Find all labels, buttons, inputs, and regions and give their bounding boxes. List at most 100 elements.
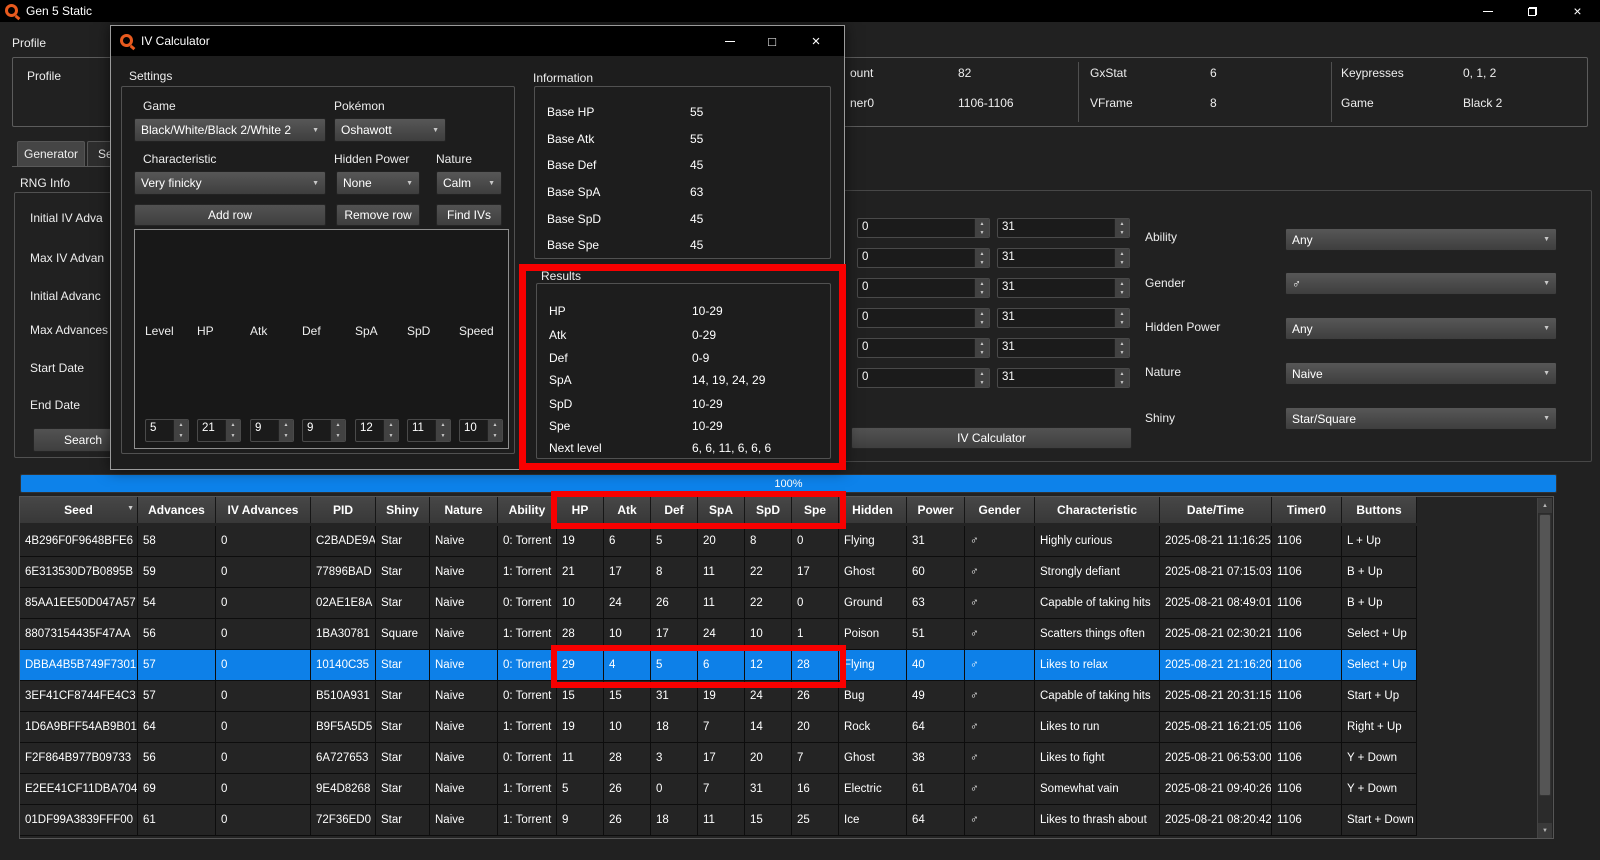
spin-up-icon[interactable]: ▲ — [1115, 369, 1129, 378]
table-cell[interactable]: 10 — [557, 588, 604, 619]
table-cell[interactable]: 51 — [907, 619, 965, 650]
spin-down-icon[interactable]: ▼ — [279, 431, 293, 442]
spin-down-icon[interactable]: ▼ — [488, 431, 502, 442]
spin-down-icon[interactable]: ▼ — [331, 431, 345, 442]
ability-filter-select[interactable]: Any▼ — [1285, 228, 1557, 251]
scroll-down-icon[interactable]: ▼ — [1538, 823, 1552, 838]
dialog-maximize-icon[interactable]: □ — [751, 26, 793, 56]
spin-up-icon[interactable]: ▲ — [436, 420, 450, 431]
table-cell[interactable]: 54 — [138, 588, 216, 619]
table-cell[interactable]: 6 — [604, 526, 651, 557]
table-cell[interactable]: 1106 — [1272, 650, 1342, 681]
table-cell[interactable]: 0 — [216, 619, 311, 650]
table-cell[interactable]: ♂ — [965, 681, 1035, 712]
nature-filter-select[interactable]: Naive▼ — [1285, 362, 1557, 385]
table-cell[interactable]: Naive — [430, 650, 498, 681]
table-cell[interactable]: 1106 — [1272, 619, 1342, 650]
column-header-advances[interactable]: Advances — [138, 497, 216, 523]
table-cell[interactable]: 2025-08-21 21:16:20 — [1160, 650, 1272, 681]
iv-calculator-button[interactable]: IV Calculator — [851, 427, 1132, 449]
tab-generator[interactable]: Generator — [17, 141, 85, 166]
table-cell[interactable]: 58 — [138, 526, 216, 557]
table-cell[interactable]: 17 — [604, 557, 651, 588]
table-cell[interactable]: B + Up — [1342, 557, 1417, 588]
table-cell[interactable]: Capable of taking hits — [1035, 681, 1160, 712]
table-cell[interactable]: Star — [376, 681, 430, 712]
table-cell[interactable]: 01DF99A3839FFF00 — [20, 805, 138, 836]
table-cell[interactable]: 7 — [698, 774, 745, 805]
spin-up-icon[interactable]: ▲ — [1115, 309, 1129, 318]
table-cell[interactable]: Likes to run — [1035, 712, 1160, 743]
table-cell[interactable]: Naive — [430, 588, 498, 619]
column-header-power[interactable]: Power — [907, 497, 965, 523]
table-cell[interactable]: 1D6A9BFF54AB9B01 — [20, 712, 138, 743]
table-cell[interactable]: 0: Torrent — [498, 743, 557, 774]
table-row[interactable]: 4B296F0F9648BFE6580C2BADE9AStarNaive0: T… — [20, 526, 1417, 557]
table-row[interactable]: 85AA1EE50D047A5754002AE1E8AStarNaive0: T… — [20, 588, 1417, 619]
table-cell[interactable]: 11 — [698, 588, 745, 619]
stat-spinbox-level[interactable]: 5▲▼ — [145, 419, 189, 442]
table-cell[interactable]: ♂ — [965, 526, 1035, 557]
spin-down-icon[interactable]: ▼ — [384, 431, 398, 442]
table-cell[interactable]: 28 — [604, 743, 651, 774]
table-cell[interactable]: 6 — [698, 650, 745, 681]
table-cell[interactable]: 18 — [651, 712, 698, 743]
table-cell[interactable]: 19 — [557, 712, 604, 743]
spin-up-icon[interactable]: ▲ — [975, 339, 989, 348]
spinner-arrows[interactable]: ▲▼ — [974, 369, 989, 387]
table-cell[interactable]: 85AA1EE50D047A57 — [20, 588, 138, 619]
table-row[interactable]: 1D6A9BFF54AB9B01640B9F5A5D5StarNaive1: T… — [20, 712, 1417, 743]
column-header-iv-advances[interactable]: IV Advances — [216, 497, 311, 523]
table-cell[interactable]: 0: Torrent — [498, 588, 557, 619]
spin-up-icon[interactable]: ▲ — [1115, 219, 1129, 228]
table-cell[interactable]: 21 — [557, 557, 604, 588]
table-cell[interactable]: 18 — [651, 805, 698, 836]
table-cell[interactable]: DBBA4B5B749F7301 — [20, 650, 138, 681]
spinner-arrows[interactable]: ▲▼ — [974, 279, 989, 297]
table-cell[interactable]: 22 — [745, 588, 792, 619]
spinner-arrows[interactable]: ▲▼ — [1114, 219, 1129, 237]
table-cell[interactable]: 1106 — [1272, 712, 1342, 743]
column-header-ability[interactable]: Ability — [498, 497, 557, 523]
spin-down-icon[interactable]: ▼ — [226, 431, 240, 442]
table-cell[interactable]: 26 — [651, 588, 698, 619]
table-cell[interactable]: Y + Down — [1342, 743, 1417, 774]
spinner-arrows[interactable]: ▲▼ — [1114, 309, 1129, 327]
table-cell[interactable]: 49 — [907, 681, 965, 712]
table-cell[interactable]: 5 — [651, 650, 698, 681]
table-cell[interactable]: Ghost — [839, 743, 907, 774]
spin-up-icon[interactable]: ▲ — [331, 420, 345, 431]
table-cell[interactable]: Naive — [430, 526, 498, 557]
table-cell[interactable]: 28 — [792, 650, 839, 681]
table-cell[interactable]: 2025-08-21 07:15:03 — [1160, 557, 1272, 588]
scrollbar-thumb[interactable] — [1539, 514, 1551, 796]
table-cell[interactable]: ♂ — [965, 619, 1035, 650]
iv-max-spinbox[interactable]: 31▲▼ — [997, 338, 1130, 358]
table-cell[interactable]: 24 — [698, 619, 745, 650]
minimize-icon[interactable] — [1465, 0, 1510, 22]
pokemon-select[interactable]: Oshawott▼ — [334, 118, 446, 142]
table-row[interactable]: 01DF99A3839FFF0061072F36ED0StarNaive1: T… — [20, 805, 1417, 836]
table-cell[interactable]: E2EE41CF11DBA704 — [20, 774, 138, 805]
column-header-spe[interactable]: Spe — [792, 497, 839, 523]
table-cell[interactable]: ♂ — [965, 557, 1035, 588]
table-cell[interactable]: B + Up — [1342, 588, 1417, 619]
spin-down-icon[interactable]: ▼ — [1115, 228, 1129, 237]
table-cell[interactable]: 5 — [557, 774, 604, 805]
table-cell[interactable]: Star — [376, 588, 430, 619]
table-cell[interactable]: Star — [376, 526, 430, 557]
table-cell[interactable]: Naive — [430, 681, 498, 712]
remove-row-button[interactable]: Remove row — [336, 204, 420, 226]
shiny-filter-select[interactable]: Star/Square▼ — [1285, 407, 1557, 430]
table-cell[interactable]: 26 — [604, 774, 651, 805]
table-cell[interactable]: 57 — [138, 650, 216, 681]
table-cell[interactable]: ♂ — [965, 743, 1035, 774]
table-cell[interactable]: 7 — [698, 712, 745, 743]
spin-down-icon[interactable]: ▼ — [174, 431, 188, 442]
column-header-buttons[interactable]: Buttons — [1342, 497, 1417, 523]
spinner-arrows[interactable]: ▲▼ — [1114, 279, 1129, 297]
spin-down-icon[interactable]: ▼ — [975, 318, 989, 327]
iv-min-spinbox[interactable]: 0▲▼ — [857, 218, 990, 238]
table-cell[interactable]: F2F864B977B09733 — [20, 743, 138, 774]
table-cell[interactable]: 14 — [745, 712, 792, 743]
